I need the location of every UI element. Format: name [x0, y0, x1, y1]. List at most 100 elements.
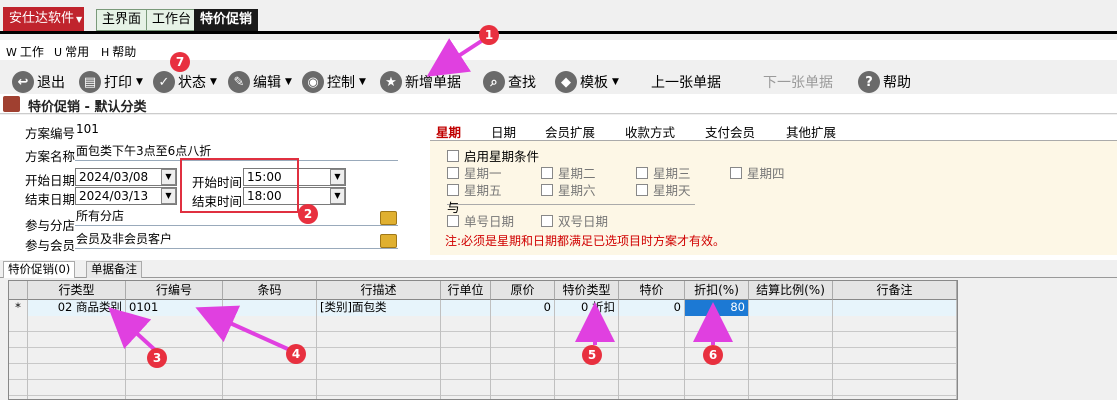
edit-button[interactable]: ✎ 编辑 ▼ — [228, 69, 292, 95]
print-button[interactable]: ▤ 打印 ▼ — [79, 69, 143, 95]
scheme-no-field[interactable]: 101 — [75, 121, 398, 139]
column-header[interactable]: 折扣(%) — [685, 281, 749, 300]
new-document-button[interactable]: ★ 新增单据 — [380, 69, 461, 95]
start-time-dropdown[interactable]: ▼ — [330, 169, 345, 185]
folder-icon[interactable] — [380, 211, 397, 225]
search-button[interactable]: ⌕ 查找 — [483, 69, 536, 95]
button-label: 上一张单据 — [651, 75, 721, 91]
status-button[interactable]: ✓ 状态 ▼ — [153, 69, 217, 95]
tab-main[interactable]: 主界面 — [96, 9, 148, 31]
chevron-down-icon: ▼ — [136, 77, 143, 87]
column-header[interactable]: 行类型 — [28, 281, 126, 300]
tab-promotion-lines[interactable]: 特价促销(0) — [3, 261, 76, 278]
grid-line — [27, 300, 28, 399]
folder-icon[interactable] — [380, 234, 397, 248]
checkbox-box — [541, 183, 553, 196]
tab-member-ext[interactable]: 会员扩展 — [545, 122, 595, 141]
exit-button[interactable]: ↩ 退出 — [12, 69, 65, 95]
brand-label: 安仕达软件 — [9, 11, 75, 26]
cell-original-price[interactable]: 0 — [491, 300, 555, 316]
checkbox-label: 星期五 — [464, 183, 502, 198]
chevron-down-icon: ▼ — [359, 77, 366, 87]
cell-unit[interactable] — [441, 300, 491, 316]
menu-key: W — [6, 46, 17, 59]
saturday-checkbox[interactable]: 星期六 — [541, 180, 596, 199]
tab-pay-member[interactable]: 支付会员 — [705, 122, 755, 141]
control-button[interactable]: ◉ 控制 ▼ — [302, 69, 366, 95]
cell-barcode[interactable] — [223, 300, 317, 316]
chevron-down-icon: ▼ — [76, 15, 83, 24]
checkbox-label: 单号日期 — [464, 214, 515, 229]
menu-help[interactable]: H 帮助 — [101, 43, 136, 60]
grid-line — [554, 300, 555, 399]
tab-special-promotion[interactable]: 特价促销 — [194, 9, 259, 31]
start-date-dropdown[interactable]: ▼ — [161, 169, 176, 185]
page-title: 特价促销 - 默认分类 — [28, 100, 147, 115]
table-row[interactable]: * 02 商品类别 0101 [类别]面包类 0 0 折扣 0 80 — [9, 300, 957, 316]
member-field[interactable]: 会员及非会员客户 — [75, 231, 398, 249]
end-date-dropdown[interactable]: ▼ — [161, 188, 176, 204]
cell-row-type[interactable]: 02 商品类别 — [28, 300, 126, 316]
menu-key: U — [54, 46, 63, 59]
cell-row-code[interactable]: 0101 — [126, 300, 223, 316]
column-header[interactable]: 原价 — [491, 281, 555, 300]
end-time-dropdown[interactable]: ▼ — [330, 188, 345, 204]
grid-line — [956, 300, 957, 399]
button-label: 查找 — [508, 75, 536, 91]
checkbox-box — [636, 166, 648, 179]
column-header[interactable]: 特价类型 — [555, 281, 619, 300]
grid-line — [440, 300, 441, 399]
tab-other-ext[interactable]: 其他扩展 — [786, 122, 836, 141]
column-header[interactable]: 特价 — [619, 281, 685, 300]
status-icon: ✓ — [153, 71, 175, 93]
row-header-corner — [9, 281, 28, 300]
condition-tabs: 星期 日期 会员扩展 收款方式 支付会员 其他扩展 — [430, 120, 1117, 140]
brand-menu[interactable]: 安仕达软件 ▼ — [3, 7, 84, 31]
column-header[interactable]: 行备注 — [833, 281, 957, 300]
cell-description[interactable]: [类别]面包类 — [317, 300, 441, 316]
column-header[interactable]: 结算比例(%) — [749, 281, 833, 300]
column-header[interactable]: 行编号 — [126, 281, 223, 300]
cell-settle-ratio[interactable] — [749, 300, 833, 316]
template-button[interactable]: ◆ 模板 ▼ — [555, 69, 619, 95]
callout-7: 7 — [170, 52, 190, 72]
menu-work[interactable]: W 工作 — [6, 43, 44, 60]
next-document-button[interactable]: 下一张单据 — [763, 69, 833, 95]
tab-document-notes[interactable]: 单据备注 — [86, 261, 142, 278]
button-label: 下一张单据 — [763, 75, 833, 91]
document-title-bar: 特价促销 - 默认分类 — [0, 94, 1117, 115]
grid-line — [125, 300, 126, 399]
search-icon: ⌕ — [483, 71, 505, 93]
divider — [447, 204, 695, 205]
tab-weekday[interactable]: 星期 — [436, 122, 461, 141]
template-icon: ◆ — [555, 71, 577, 93]
sunday-checkbox[interactable]: 星期天 — [636, 180, 691, 199]
help-button[interactable]: ? 帮助 — [858, 69, 911, 95]
cell-special-price[interactable]: 0 — [619, 300, 685, 316]
tab-date[interactable]: 日期 — [491, 122, 516, 141]
cell-remark[interactable] — [833, 300, 957, 316]
even-date-checkbox[interactable]: 双号日期 — [541, 211, 608, 230]
callout-1: 1 — [479, 25, 499, 45]
tab-workbench[interactable]: 工作台 — [146, 9, 198, 31]
tab-payment[interactable]: 收款方式 — [625, 122, 675, 141]
button-label: 帮助 — [883, 75, 911, 91]
cell-discount[interactable]: 80 — [685, 300, 749, 316]
menu-common[interactable]: U 常用 — [54, 43, 89, 60]
grid-line — [222, 300, 223, 399]
thursday-checkbox[interactable]: 星期四 — [730, 163, 785, 182]
menu-key: H — [101, 46, 110, 59]
checkbox-box — [447, 166, 459, 179]
grid-line — [490, 300, 491, 399]
column-header[interactable]: 行单位 — [441, 281, 491, 300]
column-header[interactable]: 条码 — [223, 281, 317, 300]
branch-label: 参与分店 — [25, 218, 76, 233]
odd-date-checkbox[interactable]: 单号日期 — [447, 211, 514, 230]
menu-label: 帮助 — [112, 45, 137, 59]
highlight-box — [180, 158, 299, 213]
control-icon: ◉ — [302, 71, 324, 93]
cell-special-type[interactable]: 0 折扣 — [555, 300, 619, 316]
start-date-label: 开始日期 — [25, 173, 76, 188]
column-header[interactable]: 行描述 — [317, 281, 441, 300]
previous-document-button[interactable]: 上一张单据 — [651, 69, 721, 95]
